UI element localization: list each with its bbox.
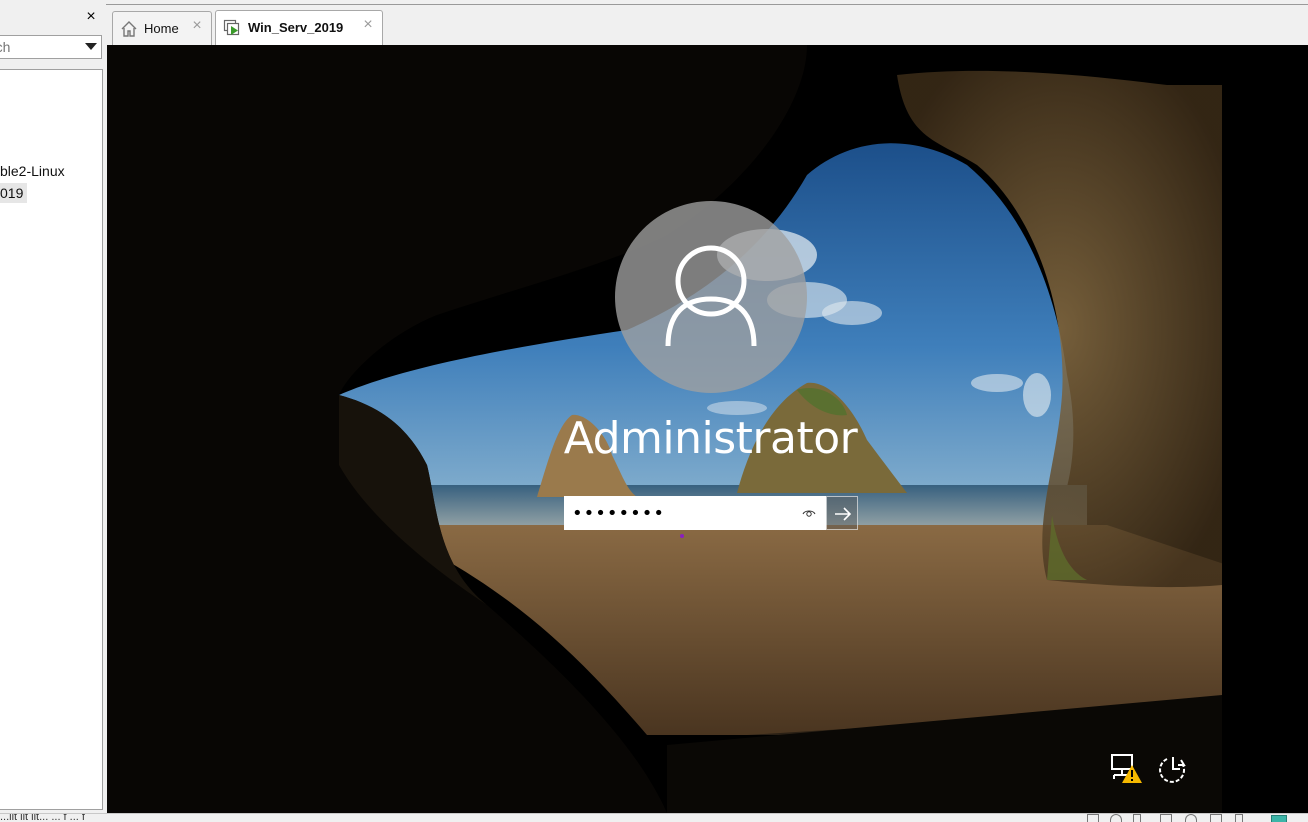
cdrom-icon[interactable] xyxy=(1110,814,1122,822)
library-close-button[interactable]: × xyxy=(83,9,99,25)
device-icon[interactable] xyxy=(1087,814,1099,822)
library-item-vm[interactable]: ) xyxy=(0,139,1,159)
tab-bar-divider xyxy=(106,4,1308,5)
tab-home[interactable]: Home × xyxy=(112,11,212,45)
status-bar: ...lit lit lit... ... f ... f xyxy=(0,813,1308,822)
tab-close-icon[interactable]: × xyxy=(361,17,375,33)
library-item-vm-selected[interactable]: 019 xyxy=(0,183,28,203)
search-dropdown-arrow-icon[interactable] xyxy=(85,43,97,50)
login-username: Administrator xyxy=(563,413,858,464)
password-input[interactable] xyxy=(572,503,798,523)
user-icon xyxy=(665,245,757,347)
library-item-vm[interactable]: ble2-Linux xyxy=(0,161,65,181)
usb-icon[interactable] xyxy=(1133,814,1141,822)
power-icon[interactable] xyxy=(1156,753,1190,785)
library-item-label: 019 xyxy=(0,185,24,201)
library-tree[interactable]: ) ble2-Linux 019 xyxy=(0,69,103,810)
tab-close-icon[interactable]: × xyxy=(190,18,204,34)
library-item-label: ble2-Linux xyxy=(0,163,65,179)
vm-running-icon xyxy=(223,19,240,36)
tab-win-serv-2019[interactable]: Win_Serv_2019 × xyxy=(215,10,383,45)
password-field-box xyxy=(564,496,826,530)
message-log-icon[interactable] xyxy=(1271,815,1287,822)
library-panel: × ) ble2-Linux 019 xyxy=(0,0,106,814)
sign-in-submit-button[interactable] xyxy=(826,496,858,530)
display-icon[interactable] xyxy=(1210,814,1222,822)
home-icon xyxy=(121,21,137,37)
library-item-label: ) xyxy=(0,141,1,157)
arrow-right-icon xyxy=(835,507,852,521)
password-group xyxy=(564,496,859,530)
tab-label: Home xyxy=(144,21,179,36)
library-search-input[interactable] xyxy=(0,38,78,56)
printer-icon[interactable] xyxy=(1235,814,1243,822)
network-adapter-icon[interactable] xyxy=(1160,814,1172,822)
eye-icon[interactable] xyxy=(802,508,816,518)
vm-console[interactable]: Administrator xyxy=(107,45,1308,813)
status-text: ...lit lit lit... ... f ... f xyxy=(0,813,85,822)
cursor-indicator xyxy=(680,534,684,538)
library-search-box xyxy=(0,35,102,59)
user-avatar xyxy=(615,201,807,393)
network-warning-icon[interactable] xyxy=(1110,753,1144,785)
tab-label: Win_Serv_2019 xyxy=(248,20,344,35)
sound-icon[interactable] xyxy=(1185,814,1197,822)
